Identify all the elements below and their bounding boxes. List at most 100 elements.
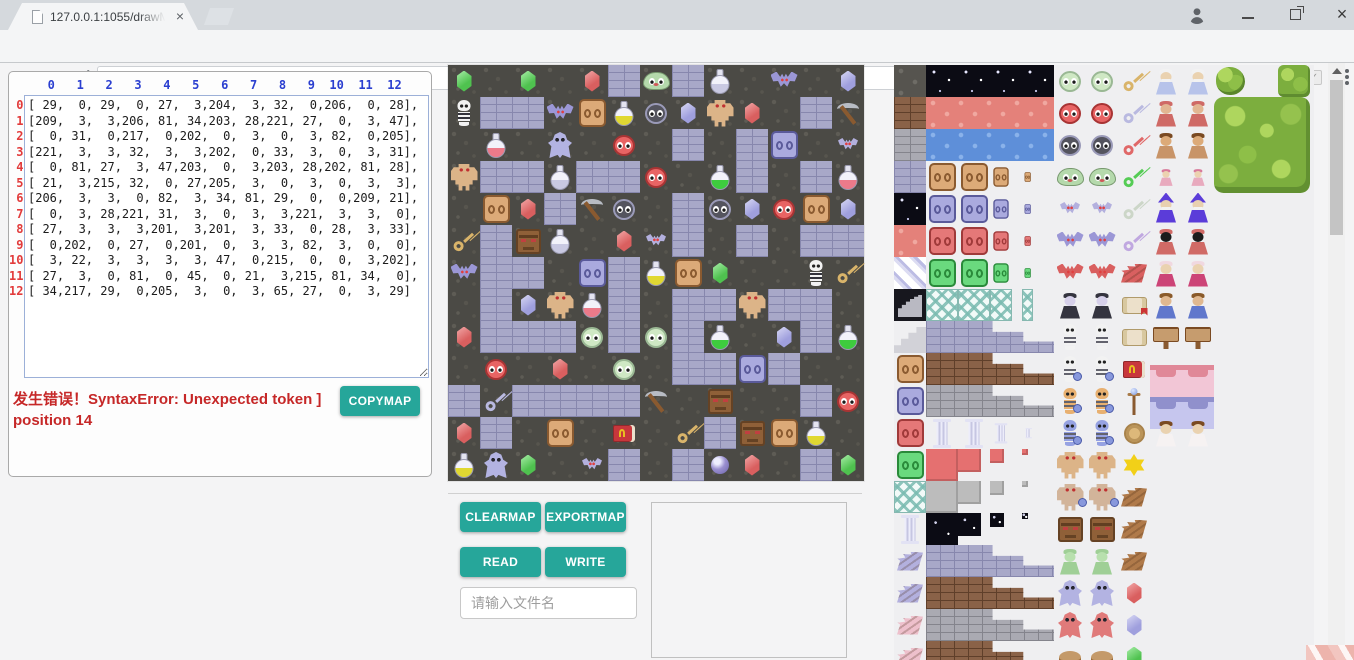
tileset-sprite-door_green[interactable] <box>894 449 926 481</box>
map-tile-7-3[interactable] <box>544 289 576 321</box>
map-tile-5-9[interactable] <box>736 225 768 257</box>
tileset-sprite-terr_red[interactable] <box>894 225 926 257</box>
tileset-sprite-door_orange[interactable] <box>958 161 990 193</box>
tileset-sprite-wall_pink[interactable] <box>1182 353 1214 385</box>
map-tile-7-10[interactable] <box>768 289 800 321</box>
map-tile-0-3[interactable] <box>544 65 576 97</box>
tileset-sprite-fairy[interactable] <box>1182 161 1214 193</box>
map-tile-5-6[interactable] <box>640 225 672 257</box>
minimize-button[interactable] <box>1242 17 1254 19</box>
map-tile-6-3[interactable] <box>544 257 576 289</box>
tileset-sprite-bat_purple[interactable] <box>1086 225 1118 257</box>
map-tile-5-7[interactable] <box>672 225 704 257</box>
map-tile-12-3[interactable] <box>544 449 576 481</box>
tab-close-icon[interactable]: × <box>172 8 188 24</box>
tileset-sprite-wing_brown[interactable] <box>1118 545 1150 577</box>
tileset-sprite-bat_purple[interactable] <box>1054 225 1086 257</box>
map-tile-12-6[interactable] <box>640 449 672 481</box>
tileset-sprite-pillar[interactable] <box>958 417 990 449</box>
map-tile-5-4[interactable] <box>576 225 608 257</box>
tileset-sprite-book[interactable] <box>1118 353 1150 385</box>
map-tile-1-1[interactable] <box>480 97 512 129</box>
map-tile-11-6[interactable] <box>640 417 672 449</box>
map-tile-2-1[interactable] <box>480 129 512 161</box>
tileset-sprite-key_silver[interactable] <box>1118 97 1150 129</box>
map-tile-9-8[interactable] <box>704 353 736 385</box>
tileset-sprite-ball_dark[interactable] <box>1086 129 1118 161</box>
tileset-sprite-terr_bars[interactable] <box>894 289 926 321</box>
map-tile-5-0[interactable] <box>448 225 480 257</box>
map-tile-8-4[interactable] <box>576 321 608 353</box>
map-tile-6-4[interactable] <box>576 257 608 289</box>
map-tile-8-7[interactable] <box>672 321 704 353</box>
tileset-sprite-terr_star[interactable] <box>926 65 1054 97</box>
tileset-sprite-vampire[interactable] <box>1086 289 1118 321</box>
map-tile-2-12[interactable] <box>832 129 864 161</box>
map-tile-0-12[interactable] <box>832 65 864 97</box>
map-tile-11-12[interactable] <box>832 417 864 449</box>
tileset-sprite-bat_red[interactable] <box>1086 257 1118 289</box>
map-tile-7-7[interactable] <box>672 289 704 321</box>
map-tile-1-8[interactable] <box>704 97 736 129</box>
map-tile-8-2[interactable] <box>512 321 544 353</box>
map-tile-3-7[interactable] <box>672 161 704 193</box>
map-tile-0-11[interactable] <box>800 65 832 97</box>
tileset-sprite-door_red[interactable] <box>926 225 958 257</box>
tileset-sprite-fairy[interactable] <box>1150 161 1182 193</box>
map-tile-1-0[interactable] <box>448 97 480 129</box>
tileset-sprite-wizard[interactable] <box>1182 193 1214 225</box>
map-tile-7-1[interactable] <box>480 289 512 321</box>
map-tile-2-2[interactable] <box>512 129 544 161</box>
tileset-sprite-skel_shield[interactable] <box>1086 353 1118 385</box>
map-tile-10-4[interactable] <box>576 385 608 417</box>
tileset-sprite-sq_grey[interactable] <box>958 481 981 504</box>
map-tile-1-6[interactable] <box>640 97 672 129</box>
map-tile-8-3[interactable] <box>544 321 576 353</box>
tileset-sprite-door_green[interactable] <box>926 257 958 289</box>
map-tile-3-12[interactable] <box>832 161 864 193</box>
map-tile-0-0[interactable] <box>448 65 480 97</box>
map-tile-9-2[interactable] <box>512 353 544 385</box>
map-tile-3-5[interactable] <box>608 161 640 193</box>
map-tile-9-6[interactable] <box>640 353 672 385</box>
new-tab-button[interactable] <box>204 8 234 25</box>
map-tile-6-8[interactable] <box>704 257 736 289</box>
map-tile-7-11[interactable] <box>800 289 832 321</box>
tileset-sprite-wall_pink[interactable] <box>1150 353 1182 385</box>
tileset-sprite-lattice[interactable] <box>926 289 958 321</box>
tileset-sprite-door_orange[interactable] <box>926 161 958 193</box>
map-tile-12-11[interactable] <box>800 449 832 481</box>
exportmap-button[interactable]: EXPORTMAP <box>545 502 626 532</box>
tileset-sprite-bat_small[interactable] <box>1086 193 1118 225</box>
tileset-sprite-reaper[interactable] <box>1150 225 1182 257</box>
tileset-sprite-skel_blue[interactable] <box>1086 417 1118 449</box>
tileset-sprite-bat_red[interactable] <box>1054 257 1086 289</box>
map-tile-10-7[interactable] <box>672 385 704 417</box>
scrollbar-thumb[interactable] <box>1330 80 1343 235</box>
clearmap-button[interactable]: CLEARMAP <box>460 502 541 532</box>
tileset-sprite-terr_diag[interactable] <box>894 257 926 289</box>
map-tile-10-5[interactable] <box>608 385 640 417</box>
tileset-sprite-door_red[interactable] <box>958 225 990 257</box>
tileset-sprite-wing_pink[interactable] <box>894 641 926 660</box>
map-tile-1-3[interactable] <box>544 97 576 129</box>
tileset-sprite-terr_water[interactable] <box>926 129 1054 161</box>
map-tile-10-3[interactable] <box>544 385 576 417</box>
tileset-sprite-terr_rock[interactable] <box>894 65 926 97</box>
menu-dots-icon[interactable] <box>1345 69 1349 73</box>
tileset-sprite-ball_red[interactable] <box>1054 97 1086 129</box>
tileset-sprite-sq_grey[interactable] <box>926 481 958 513</box>
tileset-sprite-strip_brownbrick[interactable] <box>926 353 1054 385</box>
tileset-sprite-hat_tan[interactable] <box>1086 641 1118 660</box>
map-tile-3-10[interactable] <box>768 161 800 193</box>
tileset-sprite-slime[interactable] <box>1054 161 1086 193</box>
map-tile-2-8[interactable] <box>704 129 736 161</box>
map-tile-7-0[interactable] <box>448 289 480 321</box>
tileset-sprite-pillar[interactable] <box>1022 417 1033 449</box>
map-tile-5-8[interactable] <box>704 225 736 257</box>
map-tile-1-5[interactable] <box>608 97 640 129</box>
tileset-sprite-door_orange[interactable] <box>1022 161 1033 193</box>
map-tile-2-11[interactable] <box>800 129 832 161</box>
map-tile-3-2[interactable] <box>512 161 544 193</box>
map-tile-10-11[interactable] <box>800 385 832 417</box>
